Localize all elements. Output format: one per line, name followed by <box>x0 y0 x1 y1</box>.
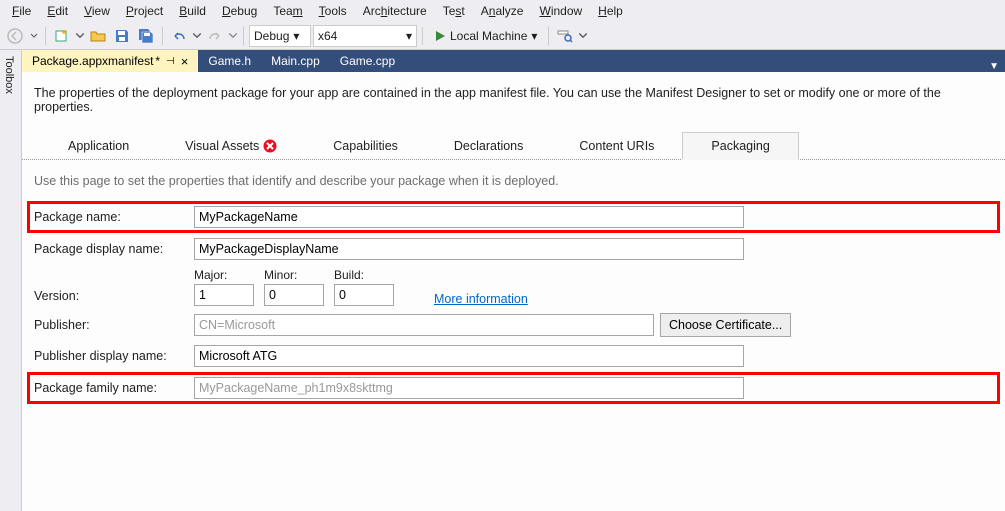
separator <box>162 27 163 45</box>
menu-window[interactable]: Window <box>531 2 590 20</box>
row-package-display-name: Package display name: <box>34 237 993 261</box>
open-button[interactable] <box>87 25 109 47</box>
input-publisher <box>194 314 654 336</box>
tab-game-h[interactable]: Game.h <box>198 50 261 72</box>
row-publisher: Publisher: Choose Certificate... <box>34 313 993 337</box>
new-dd[interactable] <box>75 25 85 47</box>
tab-main-cpp[interactable]: Main.cpp <box>261 50 330 72</box>
nav-back-button[interactable] <box>4 25 26 47</box>
manifest-designer: The properties of the deployment package… <box>22 72 1005 511</box>
navtab-visual-assets[interactable]: Visual Assets <box>157 132 305 159</box>
menu-view[interactable]: View <box>76 2 118 20</box>
packaging-form: Package name: Package display name: Vers… <box>22 204 1005 401</box>
label-package-family-name: Package family name: <box>34 381 194 395</box>
label-major: Major: <box>194 268 254 282</box>
menu-test[interactable]: Test <box>435 2 473 20</box>
menu-file[interactable]: File <box>4 2 39 20</box>
new-project-button[interactable] <box>51 25 73 47</box>
save-all-button[interactable] <box>135 25 157 47</box>
input-build[interactable] <box>334 284 394 306</box>
undo-button[interactable] <box>168 25 190 47</box>
config-dropdown[interactable]: Debug▾ <box>249 25 311 47</box>
tab-package-manifest[interactable]: Package.appxmanifest* ⊣ × <box>22 50 198 72</box>
menu-architecture[interactable]: Architecture <box>355 2 435 20</box>
manifest-nav: Application Visual Assets Capabilities D… <box>22 132 1005 160</box>
menubar: File Edit View Project Build Debug Team … <box>0 0 1005 22</box>
redo-button[interactable] <box>204 25 226 47</box>
label-version: Version: <box>34 289 194 306</box>
tab-overflow-button[interactable]: ▼ <box>983 61 1005 72</box>
nav-fwd-button[interactable] <box>28 25 40 47</box>
input-package-display-name[interactable] <box>194 238 744 260</box>
run-button[interactable]: Local Machine▾ <box>428 25 543 47</box>
error-icon <box>263 139 277 153</box>
page-hint: Use this page to set the properties that… <box>22 160 1005 204</box>
navtab-application[interactable]: Application <box>40 132 157 159</box>
input-minor[interactable] <box>264 284 324 306</box>
page-description: The properties of the deployment package… <box>22 72 1005 132</box>
separator <box>422 27 423 45</box>
label-package-name: Package name: <box>34 210 194 224</box>
separator <box>548 27 549 45</box>
save-button[interactable] <box>111 25 133 47</box>
menu-edit[interactable]: Edit <box>39 2 76 20</box>
choose-certificate-button[interactable]: Choose Certificate... <box>660 313 791 337</box>
label-minor: Minor: <box>264 268 324 282</box>
label-publisher: Publisher: <box>34 318 194 332</box>
input-package-name[interactable] <box>194 206 744 228</box>
navtab-capabilities[interactable]: Capabilities <box>305 132 426 159</box>
label-build: Build: <box>334 268 394 282</box>
tab-game-cpp[interactable]: Game.cpp <box>330 50 405 72</box>
menu-tools[interactable]: Tools <box>311 2 355 20</box>
menu-analyze[interactable]: Analyze <box>473 2 532 20</box>
close-icon[interactable]: × <box>181 54 189 69</box>
redo-dd[interactable] <box>228 25 238 47</box>
menu-help[interactable]: Help <box>590 2 631 20</box>
separator <box>243 27 244 45</box>
row-package-name: Package name: <box>30 204 997 230</box>
navtab-content-uris[interactable]: Content URIs <box>551 132 682 159</box>
find-button[interactable] <box>554 25 576 47</box>
menu-project[interactable]: Project <box>118 2 171 20</box>
row-publisher-display-name: Publisher display name: <box>34 344 993 368</box>
toolbox-tab[interactable]: Toolbox <box>0 50 18 100</box>
input-publisher-display-name[interactable] <box>194 345 744 367</box>
link-more-info[interactable]: More information <box>434 292 528 306</box>
tab-bar: Package.appxmanifest* ⊣ × Game.h Main.cp… <box>22 50 1005 72</box>
pin-icon[interactable]: ⊣ <box>166 56 175 67</box>
toolbar: Debug▾ x64▾ Local Machine▾ <box>0 22 1005 50</box>
menu-build[interactable]: Build <box>171 2 214 20</box>
input-package-family-name <box>194 377 744 399</box>
find-dd[interactable] <box>578 25 588 47</box>
menu-debug[interactable]: Debug <box>214 2 265 20</box>
sidebar: Toolbox <box>0 50 22 511</box>
platform-dropdown[interactable]: x64▾ <box>313 25 417 47</box>
menu-team[interactable]: Team <box>265 2 310 20</box>
navtab-packaging[interactable]: Packaging <box>682 132 798 160</box>
input-major[interactable] <box>194 284 254 306</box>
navtab-declarations[interactable]: Declarations <box>426 132 551 159</box>
row-package-family-name: Package family name: <box>30 375 997 401</box>
row-version: Version: Major: Minor: Build: More infor… <box>34 268 993 306</box>
label-publisher-display-name: Publisher display name: <box>34 349 194 363</box>
separator <box>45 27 46 45</box>
label-package-display-name: Package display name: <box>34 242 194 256</box>
undo-dd[interactable] <box>192 25 202 47</box>
